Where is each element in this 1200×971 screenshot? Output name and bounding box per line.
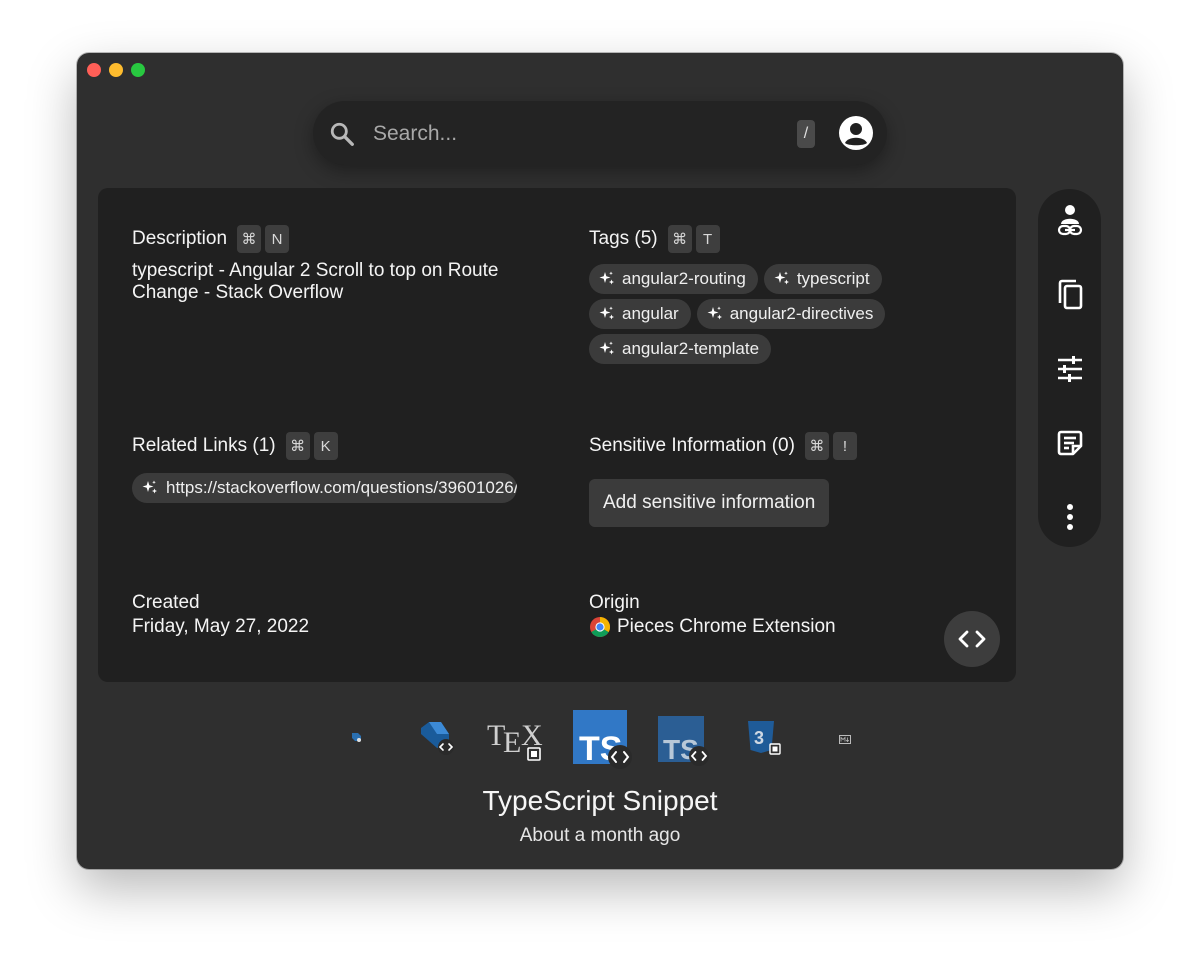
sparkle-icon — [774, 271, 789, 285]
origin-label: Origin — [589, 592, 640, 613]
share-link-button[interactable] — [1052, 203, 1088, 239]
minimize-window-button[interactable] — [109, 63, 123, 77]
svg-text:E: E — [503, 726, 521, 759]
more-vertical-icon — [1067, 504, 1073, 530]
tag-list: angular2-routing typescript angular angu… — [589, 264, 929, 364]
carousel-item[interactable] — [350, 730, 362, 748]
typescript-icon: TS — [573, 710, 632, 769]
zoom-window-button[interactable] — [131, 63, 145, 77]
origin-value: Pieces Chrome Extension — [589, 616, 836, 638]
svg-text:X: X — [521, 719, 543, 752]
tag-chip[interactable]: angular — [589, 299, 691, 329]
related-links-title: Related Links (1) — [132, 435, 276, 456]
description-text[interactable]: typescript - Angular 2 Scroll to top on … — [132, 260, 512, 304]
carousel-item-selected[interactable]: TS — [573, 710, 633, 775]
snippet-timestamp: About a month ago — [519, 825, 681, 846]
view-code-button[interactable] — [944, 611, 1000, 667]
sparkle-icon — [707, 306, 722, 320]
shortcut-cmd-key: ⌘ — [804, 432, 829, 460]
tags-title: Tags (5) — [589, 228, 658, 249]
tag-label: angular2-routing — [622, 269, 746, 288]
notes-icon — [1057, 430, 1083, 456]
markdown-icon — [839, 735, 851, 744]
snippet-details-card: Description ⌘ N typescript - Angular 2 S… — [98, 188, 1016, 682]
code-brackets-icon — [958, 630, 986, 648]
description-section: Description ⌘ N typescript - Angular 2 S… — [132, 224, 512, 304]
dart-icon — [352, 733, 361, 742]
created-date: Friday, May 27, 2022 — [132, 616, 310, 637]
adjust-button[interactable] — [1052, 351, 1088, 387]
shortcut-cmd-key: ⌘ — [667, 225, 692, 253]
shortcut-t-key: T — [695, 225, 720, 253]
sparkle-icon — [142, 480, 157, 494]
app-window: / Description ⌘ N typescript - Angular 2… — [77, 53, 1123, 869]
description-header: Description ⌘ N — [132, 224, 512, 254]
tag-chip[interactable]: typescript — [763, 264, 882, 294]
snippet-carousel: T E X TS TS 3 — [77, 708, 1123, 771]
tag-label: angular — [622, 304, 679, 323]
close-window-button[interactable] — [87, 63, 101, 77]
origin-section: Origin Pieces Chrome Extension — [589, 592, 836, 638]
tags-header: Tags (5) ⌘ T — [589, 224, 929, 254]
sparkle-icon — [599, 271, 614, 285]
sensitive-info-section: Sensitive Information (0) ⌘ ! Add sensit… — [589, 431, 861, 527]
related-links-header: Related Links (1) ⌘ K — [132, 431, 517, 461]
tag-label: typescript — [796, 269, 870, 288]
person-link-icon — [1057, 205, 1083, 236]
related-link-url: https://stackoverflow.com/questions/3960… — [166, 478, 517, 497]
tag-label: angular2-directives — [729, 304, 874, 323]
shortcut-k-key: K — [313, 432, 338, 460]
more-options-button[interactable] — [1052, 499, 1088, 535]
shortcut-cmd-key: ⌘ — [237, 225, 262, 253]
related-link-chip[interactable]: https://stackoverflow.com/questions/3960… — [132, 473, 517, 503]
dart-icon — [421, 722, 454, 755]
action-sidebar — [1038, 189, 1101, 547]
snippet-title: TypeScript Snippet — [482, 785, 718, 816]
sensitive-info-header: Sensitive Information (0) ⌘ ! — [589, 431, 861, 461]
carousel-item[interactable] — [417, 720, 455, 761]
sliders-icon — [1058, 356, 1082, 382]
tag-chip[interactable]: angular2-routing — [589, 264, 758, 294]
notes-button[interactable] — [1052, 425, 1088, 461]
tag-chip[interactable]: angular2-template — [589, 334, 772, 364]
typescript-icon: TS — [658, 716, 709, 766]
created-label: Created — [132, 592, 200, 613]
shortcut-cmd-key: ⌘ — [285, 432, 310, 460]
search-input[interactable] — [371, 117, 775, 151]
search-bar[interactable]: / — [313, 101, 887, 165]
carousel-item[interactable] — [839, 731, 851, 749]
shortcut-exclamation-key: ! — [832, 432, 857, 460]
search-icon — [330, 122, 354, 146]
css3-icon: 3 — [748, 721, 781, 755]
sparkle-icon — [599, 306, 614, 320]
created-section: Created Friday, May 27, 2022 — [132, 592, 309, 638]
carousel-item[interactable]: TS — [658, 716, 710, 771]
carousel-item[interactable]: 3 — [745, 720, 785, 763]
search-shortcut-key: / — [797, 120, 815, 148]
tag-chip[interactable]: angular2-directives — [696, 299, 886, 329]
related-links-section: Related Links (1) ⌘ K https://stackoverf… — [132, 431, 517, 503]
tags-section: Tags (5) ⌘ T angular2-routing typescript… — [589, 224, 929, 364]
copy-icon — [1058, 279, 1083, 310]
chrome-icon — [590, 617, 610, 637]
svg-text:3: 3 — [754, 728, 764, 748]
tag-label: angular2-template — [622, 339, 760, 358]
add-sensitive-info-button[interactable]: Add sensitive information — [589, 479, 830, 527]
account-icon[interactable] — [838, 115, 874, 151]
description-title: Description — [132, 228, 228, 249]
copy-button[interactable] — [1052, 277, 1088, 313]
sensitive-info-title: Sensitive Information (0) — [589, 435, 795, 456]
shortcut-n-key: N — [265, 225, 290, 253]
carousel-item[interactable]: T E X — [487, 718, 549, 767]
tex-icon: T E X — [487, 719, 543, 761]
sparkle-icon — [599, 341, 614, 355]
window-controls — [87, 63, 145, 77]
origin-text: Pieces Chrome Extension — [617, 616, 836, 637]
